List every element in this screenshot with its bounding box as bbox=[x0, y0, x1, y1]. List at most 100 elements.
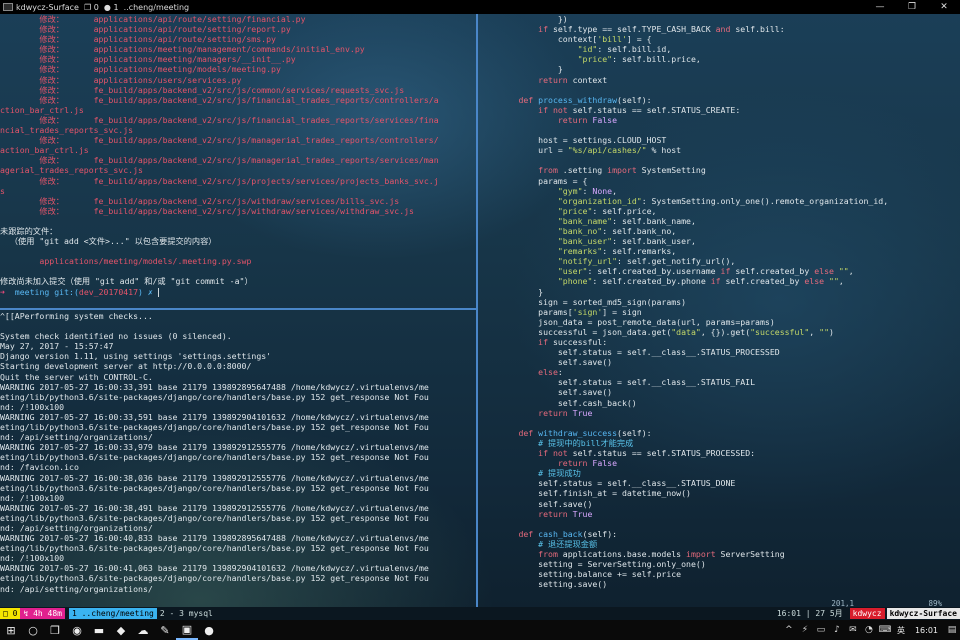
code-token: from bbox=[538, 165, 558, 176]
code-line: self.status = self.__class__.STATUS_FAIL bbox=[479, 377, 960, 387]
code-token: "gym" bbox=[557, 185, 583, 196]
code-token: params = { bbox=[479, 175, 588, 186]
code-token: self.status = self.__class__.STATUS_PROC… bbox=[479, 347, 780, 358]
no-changes-message: 修改尚未加入提交（使用 "git add" 和/或 "git commit -a… bbox=[0, 276, 253, 287]
code-line: host = settings.CLOUD_HOST bbox=[479, 135, 960, 145]
code-token: ] = { bbox=[626, 34, 652, 45]
prompt-branch: dev_20170417 bbox=[78, 286, 139, 297]
code-token: True bbox=[572, 508, 593, 519]
code-line: # 提现中的bill才能完成 bbox=[479, 438, 960, 448]
battery-icon[interactable]: ⚡ bbox=[797, 625, 813, 635]
taskbar-clock[interactable]: 16:01 bbox=[909, 626, 944, 635]
cloud-icon[interactable]: ☁ bbox=[132, 620, 154, 640]
code-token: "price" bbox=[557, 205, 593, 216]
code-line: else: bbox=[479, 367, 960, 377]
code-token: : self.bank_no, bbox=[602, 225, 677, 236]
server-log-line: eting/lib/python3.6/site-packages/django… bbox=[0, 452, 429, 463]
message-icon[interactable]: ✉ bbox=[845, 625, 861, 635]
keyboard-icon[interactable]: ⌨ bbox=[877, 625, 893, 635]
code-line: "price": self.price, bbox=[479, 206, 960, 216]
ime-indicator[interactable]: 英 bbox=[893, 625, 909, 636]
code-line: "remarks": self.remarks, bbox=[479, 246, 960, 256]
code-line: if not self.status == self.STATUS_CREATE… bbox=[479, 105, 960, 115]
server-log-line: nd: /!100x100 bbox=[0, 401, 65, 412]
code-token: def bbox=[518, 528, 534, 539]
code-line: "bank_no": self.bank_no, bbox=[479, 226, 960, 236]
tmux-window-tab-2[interactable]: 2 - 3 mysql bbox=[157, 608, 216, 619]
qq-icon[interactable]: ◆ bbox=[110, 620, 132, 640]
maximize-button[interactable]: ❐ bbox=[896, 2, 928, 12]
display-icon[interactable]: ▭ bbox=[813, 625, 829, 635]
server-log-line: Starting development server at http://0.… bbox=[0, 361, 252, 372]
editor-icon[interactable]: ✎ bbox=[154, 620, 176, 640]
code-token: self.status = self.__class__.STATUS_FAIL bbox=[479, 377, 756, 388]
code-line: setting.balance += self.price bbox=[479, 569, 960, 579]
modified-file-line: 修改： fe_build/apps/backend_v2/src/js/mana… bbox=[0, 155, 439, 166]
text-cursor bbox=[157, 287, 159, 297]
terminal-title-bar[interactable]: kdwycz-Surface ❐ 0 ● 1 ..cheng/meeting —… bbox=[0, 0, 960, 14]
code-token: from bbox=[538, 548, 558, 559]
django-server-pane[interactable]: ^[[APerforming system checks... System ch… bbox=[0, 311, 476, 607]
code-token: "price" bbox=[577, 54, 613, 65]
close-button[interactable]: ✕ bbox=[928, 2, 960, 12]
windows-taskbar: ⊞ ○ ❐ ◉ ▬ ◆ ☁ ✎ ▣ ● ^ ⚡ ▭ ♪ ✉ ◔ ⌨ 英 16:01 ▤ bbox=[0, 620, 960, 640]
window-title: kdwycz-Surface ❐ 0 ● 1 ..cheng/meeting bbox=[16, 2, 190, 12]
server-log-line: eting/lib/python3.6/site-packages/django… bbox=[0, 422, 429, 433]
vim-editor-pane[interactable]: }) if self.type == self.TYPE_CASH_BACK a… bbox=[479, 14, 960, 607]
volume-icon[interactable]: ♪ bbox=[829, 625, 845, 635]
prompt-dirty-marker: ) ✗ bbox=[138, 286, 158, 297]
wechat-icon[interactable]: ◔ bbox=[861, 625, 877, 635]
code-token: self.type == self.TYPE_CASH_BACK bbox=[548, 24, 716, 35]
cortana-icon[interactable]: ○ bbox=[22, 620, 44, 640]
server-log-line bbox=[0, 321, 476, 331]
minimize-button[interactable]: — bbox=[864, 2, 896, 12]
pane-divider-vertical[interactable] bbox=[476, 14, 478, 607]
show-hidden-icons-icon[interactable]: ^ bbox=[781, 625, 797, 635]
modified-file-line: ction_bar_ctrl.js bbox=[0, 104, 84, 115]
shell-prompt[interactable]: ➜ meeting git:(dev_20170417) ✗ bbox=[0, 287, 476, 297]
code-token: self.finish_at = datetime_now() bbox=[479, 488, 691, 499]
app-red-icon[interactable]: ● bbox=[198, 620, 220, 640]
code-token: : self.bill.id, bbox=[597, 44, 672, 55]
terminal-icon[interactable]: ▣ bbox=[176, 620, 198, 640]
code-token: % host bbox=[646, 145, 682, 156]
code-token: return bbox=[538, 508, 568, 519]
code-line: "bank_name": self.bank_name, bbox=[479, 216, 960, 226]
code-token: self.status == self.STATUS_PROCESSED: bbox=[567, 448, 756, 459]
git-status-pane[interactable]: 修改： applications/api/route/setting/finan… bbox=[0, 14, 476, 308]
server-log-line: eting/lib/python3.6/site-packages/django… bbox=[0, 543, 429, 554]
modified-file-line: 修改： fe_build/apps/backend_v2/src/js/proj… bbox=[0, 175, 439, 186]
explorer-icon[interactable]: ▬ bbox=[88, 620, 110, 640]
tmux-session-indicator: □ 0 bbox=[0, 608, 21, 619]
tmux-window-tab-1[interactable]: 1 ..cheng/meeting bbox=[68, 608, 157, 619]
server-log-line: nd: /api/setting/organizations/ bbox=[0, 432, 153, 443]
chrome-icon[interactable]: ◉ bbox=[66, 620, 88, 640]
code-token: "user" bbox=[557, 266, 588, 277]
pane-divider-horizontal[interactable] bbox=[0, 308, 476, 310]
modified-file-line: 修改： fe_build/apps/backend_v2/src/js/mana… bbox=[0, 135, 439, 146]
modified-file-line: 修改： fe_build/apps/backend_v2/src/js/with… bbox=[0, 205, 414, 216]
server-log-line: nd: /api/setting/organizations/ bbox=[0, 522, 153, 533]
code-token: "bank_no" bbox=[557, 225, 603, 236]
start-icon[interactable]: ⊞ bbox=[0, 620, 22, 640]
code-token: else bbox=[804, 276, 825, 287]
task-view-icon[interactable]: ❐ bbox=[44, 620, 66, 640]
notification-icon[interactable]: ▤ bbox=[944, 625, 960, 635]
server-log-line: nd: /!100x100 bbox=[0, 492, 65, 503]
code-token: cash_back bbox=[538, 528, 583, 539]
code-line: self.save() bbox=[479, 357, 960, 367]
code-token: setting = ServerSetting.only_one() bbox=[479, 559, 706, 570]
modified-file-line: 修改： fe_build/apps/backend_v2/src/js/fina… bbox=[0, 94, 439, 105]
server-log-line: WARNING 2017-05-27 16:00:33,391 base 211… bbox=[0, 381, 429, 392]
code-token: setting.balance += self.price bbox=[479, 569, 682, 580]
